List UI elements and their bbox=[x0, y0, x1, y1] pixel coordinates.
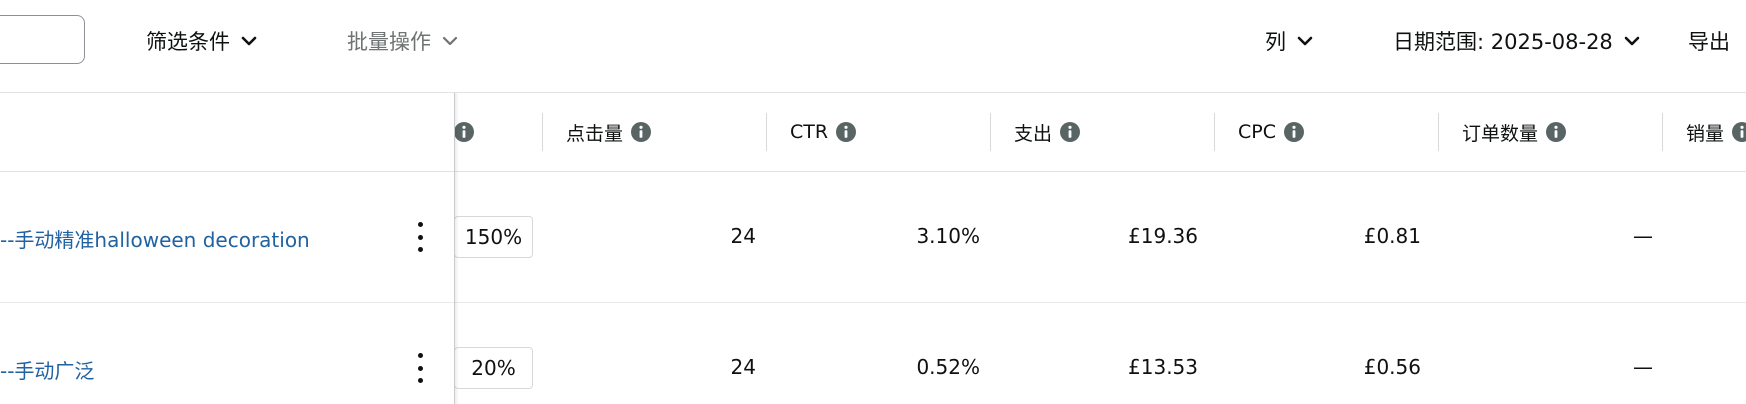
column-divider bbox=[542, 113, 543, 151]
info-icon[interactable] bbox=[1059, 121, 1081, 143]
info-icon[interactable] bbox=[1731, 121, 1746, 143]
sales-header-label: 销量 bbox=[1686, 122, 1725, 145]
table-row: --手动广泛 20% 24 0.52% £13.53 £0.56 — bbox=[0, 303, 1746, 404]
chevron-down-icon bbox=[1296, 32, 1314, 50]
column-divider bbox=[990, 113, 991, 151]
column-header-ctr[interactable]: CTR bbox=[790, 93, 857, 171]
column-divider bbox=[1662, 113, 1663, 151]
column-header-cpc[interactable]: CPC bbox=[1238, 93, 1305, 171]
export-button[interactable]: 导出 bbox=[1688, 26, 1730, 56]
info-icon[interactable] bbox=[630, 121, 652, 143]
table-toolbar: 筛选条件 批量操作 列 日期范围: 2025-08-28 导出 bbox=[0, 0, 1746, 93]
ctr-header-label: CTR bbox=[790, 121, 829, 143]
ad-group-name-link[interactable]: --手动广泛 bbox=[0, 355, 94, 384]
chevron-down-icon bbox=[441, 32, 459, 50]
cpc-value: £0.81 bbox=[1363, 224, 1421, 248]
column-divider bbox=[1214, 113, 1215, 151]
clicks-value: 24 bbox=[730, 355, 756, 379]
column-header-sales[interactable]: 销量 bbox=[1686, 93, 1746, 171]
more-options-icon[interactable] bbox=[410, 353, 430, 383]
search-input[interactable] bbox=[0, 15, 85, 64]
column-divider bbox=[766, 113, 767, 151]
bid-adjust-field[interactable]: 150% bbox=[454, 216, 533, 258]
ad-group-name-link[interactable]: --手动精准halloween decoration bbox=[0, 224, 310, 253]
filter-label: 筛选条件 bbox=[146, 30, 230, 54]
cpc-value: £0.56 bbox=[1363, 355, 1421, 379]
orders-header-label: 订单数量 bbox=[1462, 122, 1539, 145]
date-range-label: 日期范围: 2025-08-28 bbox=[1393, 30, 1613, 54]
bid-adjust-field[interactable]: 20% bbox=[454, 347, 533, 389]
spend-header-label: 支出 bbox=[1014, 122, 1053, 145]
ctr-value: 3.10% bbox=[916, 224, 980, 248]
orders-value: — bbox=[1633, 224, 1653, 248]
clicks-value: 24 bbox=[730, 224, 756, 248]
chevron-down-icon bbox=[1623, 32, 1641, 50]
export-label: 导出 bbox=[1688, 30, 1730, 54]
ctr-value: 0.52% bbox=[916, 355, 980, 379]
chevron-down-icon bbox=[240, 32, 258, 50]
info-icon[interactable] bbox=[835, 121, 857, 143]
cpc-header-label: CPC bbox=[1238, 121, 1276, 143]
clicks-header-label: 点击量 bbox=[566, 122, 624, 145]
columns-dropdown[interactable]: 列 bbox=[1265, 26, 1314, 56]
spend-value: £13.53 bbox=[1128, 355, 1198, 379]
date-range-dropdown[interactable]: 日期范围: 2025-08-28 bbox=[1393, 26, 1641, 56]
column-divider bbox=[1438, 113, 1439, 151]
filter-dropdown[interactable]: 筛选条件 bbox=[146, 26, 258, 56]
bulk-actions-dropdown[interactable]: 批量操作 bbox=[347, 26, 459, 56]
spend-value: £19.36 bbox=[1128, 224, 1198, 248]
more-options-icon[interactable] bbox=[410, 222, 430, 252]
column-header-orders[interactable]: 订单数量 bbox=[1462, 93, 1567, 171]
info-icon[interactable] bbox=[1283, 121, 1305, 143]
orders-value: — bbox=[1633, 355, 1653, 379]
frozen-column-shadow bbox=[455, 93, 459, 404]
columns-label: 列 bbox=[1265, 30, 1286, 54]
info-icon[interactable] bbox=[1545, 121, 1567, 143]
bulk-actions-label: 批量操作 bbox=[347, 30, 431, 54]
column-header-spend[interactable]: 支出 bbox=[1014, 93, 1081, 171]
table-row: --手动精准halloween decoration 150% 24 3.10%… bbox=[0, 172, 1746, 303]
column-header-clicks[interactable]: 点击量 bbox=[566, 93, 652, 171]
table-header: 点击量 CTR 支出 CPC 订单数量 销量 bbox=[0, 93, 1746, 172]
